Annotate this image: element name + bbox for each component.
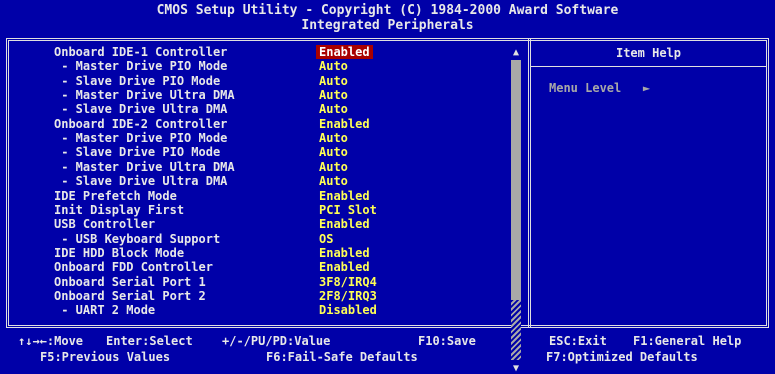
footer-enter: Enter:Select (106, 334, 193, 348)
setting-value[interactable]: 3F8/IRQ4 (316, 275, 380, 289)
setting-row[interactable]: - Slave Drive Ultra DMA Auto (0, 102, 500, 116)
setting-value[interactable]: Auto (316, 102, 351, 116)
setting-label: - Slave Drive PIO Mode (54, 145, 221, 160)
scroll-track[interactable] (511, 60, 521, 300)
setting-label: - USB Keyboard Support (54, 231, 221, 246)
page-title: Integrated Peripherals (301, 18, 474, 33)
footer-failsafe: F6:Fail-Safe Defaults (266, 350, 418, 364)
setting-label: - Master Drive Ultra DMA (54, 88, 235, 103)
setting-row[interactable]: IDE Prefetch Mode Enabled (0, 189, 500, 203)
setting-value[interactable]: Enabled (316, 189, 373, 203)
setting-row[interactable]: USB Controller Enabled (0, 217, 500, 231)
setting-row[interactable]: - Master Drive Ultra DMA Auto (0, 88, 500, 102)
panel-divider (528, 38, 531, 328)
setting-label: Init Display First (54, 202, 185, 217)
setting-value[interactable]: Auto (316, 160, 351, 174)
setting-label: USB Controller (54, 217, 156, 232)
setting-label: - UART 2 Mode (54, 303, 156, 318)
setting-row[interactable]: Init Display First PCI Slot (0, 203, 500, 217)
setting-value[interactable]: Enabled (316, 45, 373, 59)
title-bar: CMOS Setup Utility - Copyright (C) 1984-… (0, 0, 775, 36)
setting-value[interactable]: PCI Slot (316, 203, 380, 217)
setting-value[interactable]: Auto (316, 145, 351, 159)
setting-value[interactable]: Enabled (316, 217, 373, 231)
menu-level-text: Menu Level ► (549, 81, 651, 95)
setting-value[interactable]: Enabled (316, 246, 373, 260)
setting-value[interactable]: Auto (316, 74, 351, 88)
setting-label: - Slave Drive PIO Mode (54, 73, 221, 88)
setting-row[interactable]: - Slave Drive PIO Mode Auto (0, 145, 500, 159)
setting-row[interactable]: Onboard IDE-2 Controller Enabled (0, 117, 500, 131)
setting-value[interactable]: Auto (316, 131, 351, 145)
setting-label: Onboard FDD Controller (54, 260, 213, 275)
setting-row[interactable]: - Master Drive PIO Mode Auto (0, 131, 500, 145)
setting-row[interactable]: - USB Keyboard Support OS (0, 232, 500, 246)
setting-value[interactable]: Auto (316, 59, 351, 73)
setting-value[interactable]: Enabled (316, 260, 373, 274)
item-help-header: Item Help (615, 46, 682, 60)
setting-value[interactable]: 2F8/IRQ3 (316, 289, 380, 303)
setting-value[interactable]: Auto (316, 174, 351, 188)
help-divider (531, 66, 766, 67)
setting-label: IDE Prefetch Mode (54, 188, 177, 203)
setting-label: Onboard Serial Port 2 (54, 288, 206, 303)
setting-label: - Master Drive PIO Mode (54, 59, 228, 74)
setting-value[interactable]: Enabled (316, 117, 373, 131)
setting-row[interactable]: - Master Drive Ultra DMA Auto (0, 160, 500, 174)
setting-label: IDE HDD Block Mode (54, 245, 185, 260)
setting-label: - Slave Drive Ultra DMA (54, 174, 228, 189)
setting-row[interactable]: Onboard Serial Port 1 3F8/IRQ4 (0, 275, 500, 289)
footer-previous-values: F5:Previous Values (40, 350, 171, 364)
setting-row[interactable]: Onboard FDD Controller Enabled (0, 260, 500, 274)
footer-optimized: F7:Optimized Defaults (546, 350, 698, 364)
setting-row[interactable]: - Slave Drive PIO Mode Auto (0, 74, 500, 88)
scrollbar[interactable]: ▲ ▼ (510, 48, 522, 374)
setting-value[interactable]: Auto (316, 88, 351, 102)
setting-row[interactable]: - UART 2 Mode Disabled (0, 303, 500, 317)
setting-label: Onboard Serial Port 1 (54, 274, 206, 289)
footer-move: ↑↓→←:Move (18, 334, 84, 348)
setting-row[interactable]: - Master Drive PIO Mode Auto (0, 59, 500, 73)
setting-label: - Slave Drive Ultra DMA (54, 102, 228, 117)
footer-value: +/-/PU/PD:Value (222, 334, 331, 348)
setting-value[interactable]: Disabled (316, 303, 380, 317)
setting-label: - Master Drive Ultra DMA (54, 159, 235, 174)
setting-row[interactable]: Onboard IDE-1 Controller Enabled (0, 45, 500, 59)
setting-label: Onboard IDE-2 Controller (54, 116, 228, 131)
footer-save: F10:Save (418, 334, 476, 348)
key-help-footer: ↑↓→←:Move Enter:Select +/-/PU/PD:Value F… (0, 334, 775, 369)
utility-title: CMOS Setup Utility - Copyright (C) 1984-… (156, 3, 619, 18)
setting-label: Onboard IDE-1 Controller (54, 45, 228, 59)
footer-general-help: F1:General Help (633, 334, 742, 348)
setting-label: - Master Drive PIO Mode (54, 131, 228, 146)
setting-row[interactable]: IDE HDD Block Mode Enabled (0, 246, 500, 260)
setting-row[interactable]: - Slave Drive Ultra DMA Auto (0, 174, 500, 188)
setting-value[interactable]: OS (316, 232, 336, 246)
setting-row[interactable]: Onboard Serial Port 2 2F8/IRQ3 (0, 289, 500, 303)
scroll-up-icon[interactable]: ▲ (510, 48, 522, 58)
footer-exit: ESC:Exit (549, 334, 607, 348)
